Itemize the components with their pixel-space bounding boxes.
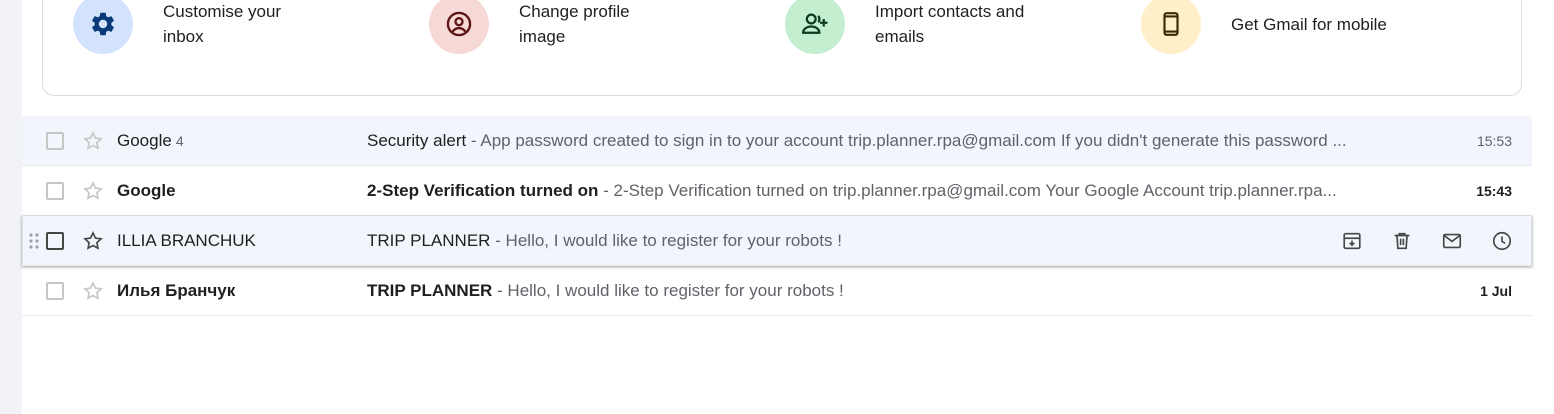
- sender-name: ILLIA BRANCHUK: [117, 231, 256, 250]
- sender-name: Google: [117, 181, 176, 200]
- email-date: 1 Jul: [1480, 283, 1512, 299]
- drag-handle-icon[interactable]: [28, 231, 40, 251]
- email-content: 2-Step Verification turned on - 2-Step V…: [367, 166, 1397, 216]
- email-sender: Google: [117, 166, 357, 216]
- email-snippet: - Hello, I would like to register for yo…: [490, 231, 842, 250]
- select-checkbox[interactable]: [46, 132, 64, 150]
- email-subject: 2-Step Verification turned on: [367, 181, 599, 200]
- email-snippet: - App password created to sign in to you…: [466, 131, 1347, 150]
- gear-icon: [73, 0, 133, 54]
- setup-customise-inbox[interactable]: Customise your inbox: [73, 0, 323, 54]
- sender-name: Google: [117, 131, 172, 150]
- email-snippet: - Hello, I would like to register for yo…: [492, 281, 844, 300]
- archive-icon[interactable]: [1340, 229, 1364, 253]
- main-content: Customise your inbox Change profile imag…: [22, 0, 1554, 414]
- email-sender: ILLIA BRANCHUK: [117, 216, 357, 266]
- person-add-icon: [785, 0, 845, 54]
- select-checkbox[interactable]: [46, 232, 64, 250]
- setup-change-profile-image[interactable]: Change profile image: [429, 0, 679, 54]
- setup-import-contacts[interactable]: Import contacts and emails: [785, 0, 1035, 54]
- email-subject: TRIP PLANNER: [367, 281, 493, 300]
- thread-count: 4: [175, 133, 184, 149]
- account-circle-icon: [429, 0, 489, 54]
- email-subject: TRIP PLANNER: [367, 231, 491, 250]
- setup-label: Import contacts and emails: [875, 2, 1025, 46]
- mark-unread-icon[interactable]: [1440, 229, 1464, 253]
- hover-actions: [1340, 229, 1514, 253]
- email-date: 15:53: [1476, 133, 1512, 149]
- setup-get-gmail-mobile[interactable]: Get Gmail for mobile: [1141, 0, 1391, 54]
- snooze-icon[interactable]: [1490, 229, 1514, 253]
- star-icon[interactable]: [81, 229, 105, 253]
- select-checkbox[interactable]: [46, 282, 64, 300]
- email-row[interactable]: Google 4 Security alert - App password cr…: [22, 116, 1532, 166]
- setup-label: Get Gmail for mobile: [1231, 14, 1387, 34]
- setup-label: Change profile image: [519, 2, 630, 46]
- email-content: TRIP PLANNER - Hello, I would like to re…: [367, 216, 1397, 266]
- star-icon[interactable]: [81, 179, 105, 203]
- email-date: 15:43: [1476, 183, 1512, 199]
- email-content: Security alert - App password created to…: [367, 116, 1397, 166]
- email-sender: Илья Бранчук: [117, 266, 357, 316]
- star-icon[interactable]: [81, 279, 105, 303]
- email-sender: Google 4: [117, 116, 357, 166]
- email-row[interactable]: Илья Бранчук TRIP PLANNER - Hello, I wou…: [22, 266, 1532, 316]
- smartphone-icon: [1141, 0, 1201, 54]
- email-content: TRIP PLANNER - Hello, I would like to re…: [367, 266, 1397, 316]
- star-icon[interactable]: [81, 129, 105, 153]
- delete-icon[interactable]: [1390, 229, 1414, 253]
- email-snippet: - 2-Step Verification turned on trip.pla…: [598, 181, 1337, 200]
- setup-label: Customise your inbox: [163, 2, 282, 46]
- email-subject: Security alert: [367, 131, 467, 150]
- email-row[interactable]: Google 2-Step Verification turned on - 2…: [22, 166, 1532, 216]
- setup-card: Customise your inbox Change profile imag…: [42, 0, 1522, 96]
- select-checkbox[interactable]: [46, 182, 64, 200]
- email-row[interactable]: ILLIA BRANCHUK TRIP PLANNER - Hello, I w…: [22, 216, 1532, 266]
- sender-name: Илья Бранчук: [117, 281, 236, 300]
